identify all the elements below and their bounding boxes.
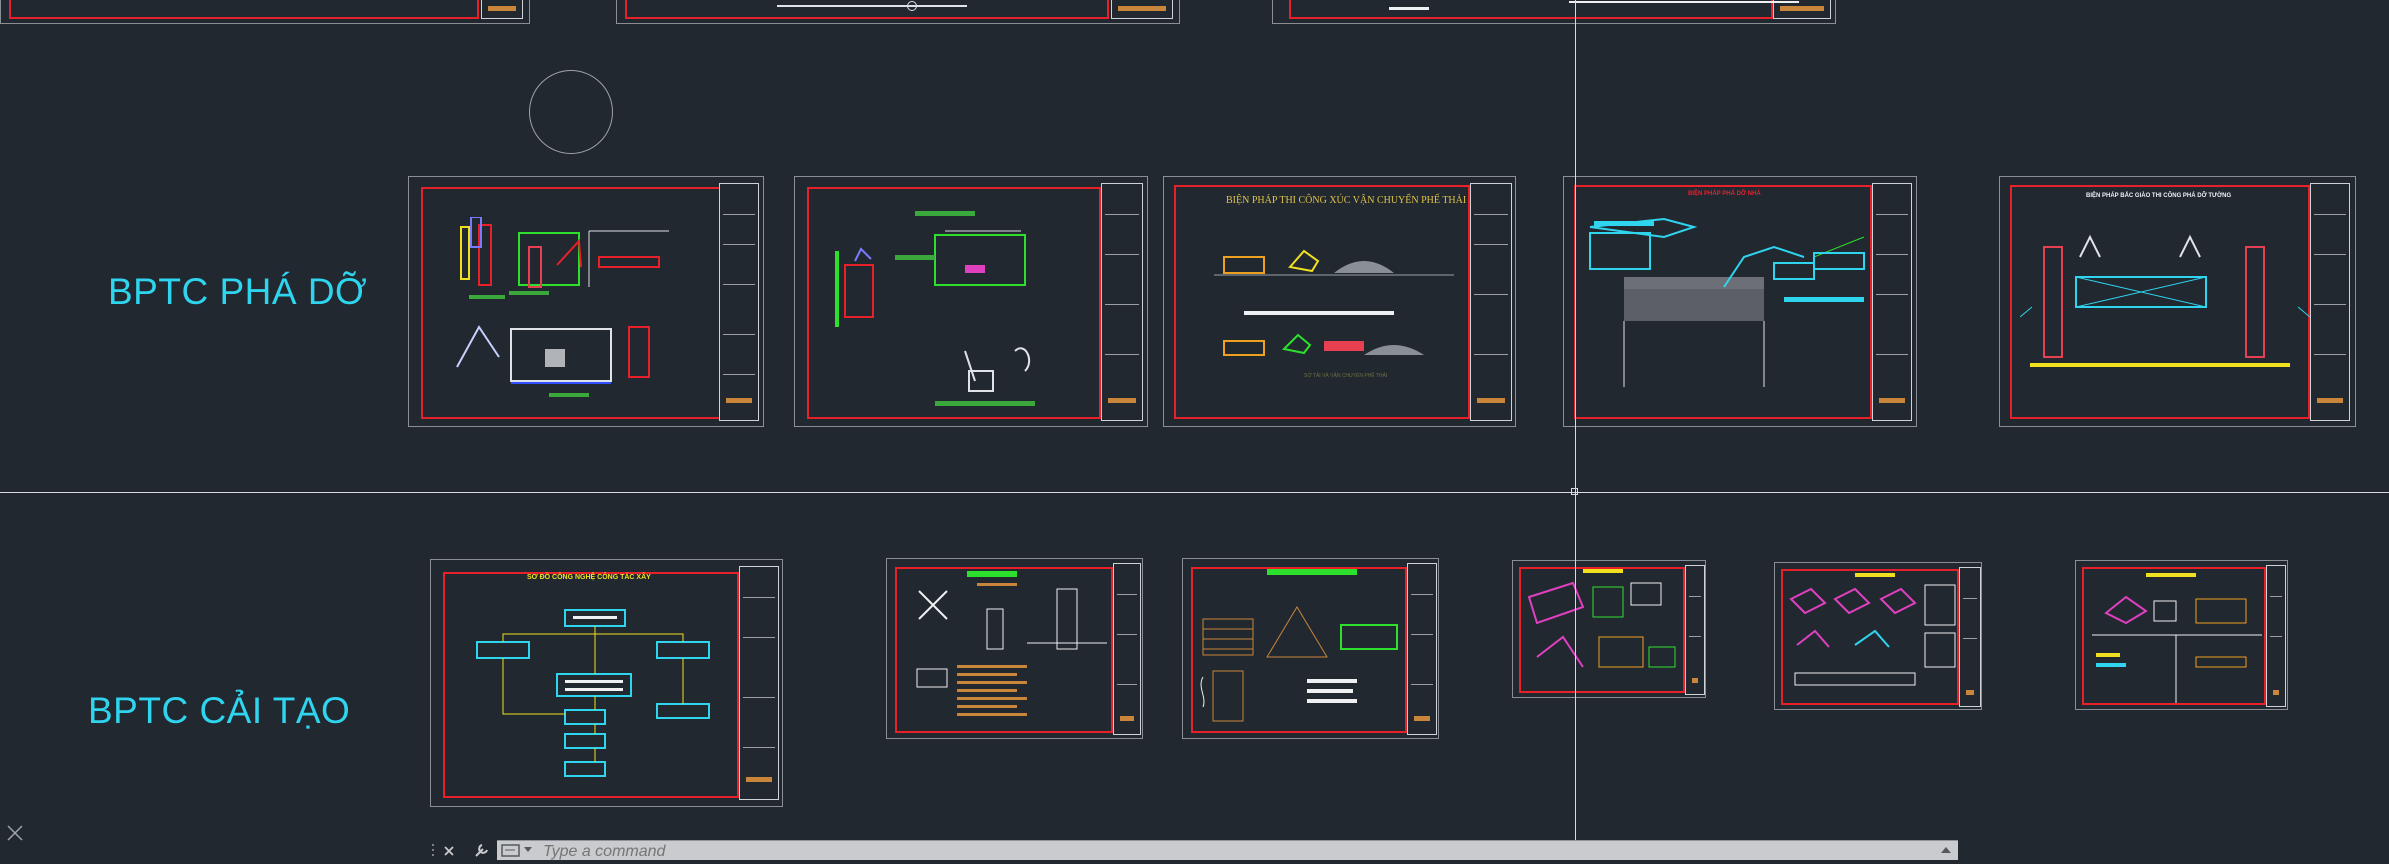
crosshair-horizontal <box>0 492 2389 493</box>
renovation-sheet-3[interactable] <box>1182 558 1439 739</box>
command-input[interactable] <box>541 842 1945 862</box>
sheet-title: BIỆN PHÁP THI CÔNG XÚC VẬN CHUYỂN PHẾ TH… <box>1226 195 1467 206</box>
row-label-demolition: BPTC PHÁ DỠ <box>108 271 368 312</box>
demolition-sheet-5[interactable]: BIỆN PHÁP BẮC GIÀO THI CÔNG PHÁ DỠ TƯỜNG <box>1999 176 2356 427</box>
circle-entity[interactable] <box>529 70 613 154</box>
cursor-pickbox <box>1571 488 1578 495</box>
demolition-sheet-4[interactable]: BIỆN PHÁP PHÁ DỠ NHÀ <box>1563 176 1917 427</box>
masonry-detail-drawing <box>1200 569 1398 722</box>
sheet-title: BIỆN PHÁP PHÁ DỠ NHÀ <box>1688 191 1761 197</box>
row-label-renovation: BPTC CẢI TẠO <box>88 690 351 731</box>
command-line[interactable] <box>497 840 1958 862</box>
detail-drawing <box>1527 569 1676 668</box>
drawing-sheet-top-2[interactable] <box>616 0 1180 24</box>
sheet-caption: SƠ TẢI VÀ VẬN CHUYỂN PHẾ THẢI <box>1304 373 1388 379</box>
drawing-sheet-top-1[interactable] <box>0 0 530 24</box>
scaffold-drawing <box>2020 234 2310 367</box>
chevron-up-icon[interactable] <box>1940 845 1952 855</box>
command-icon <box>501 844 520 857</box>
detail-drawing <box>1789 573 1956 686</box>
wrench-icon[interactable] <box>472 842 490 859</box>
sheet-title: BIỆN PHÁP BẮC GIÀO THI CÔNG PHÁ DỠ TƯỜNG <box>2086 193 2232 199</box>
renovation-sheet-5[interactable] <box>1774 562 1982 710</box>
renovation-sheet-6[interactable] <box>2075 560 2288 710</box>
drawing-sheet-top-3[interactable] <box>1272 0 1836 24</box>
flowchart-diagram <box>476 609 710 777</box>
command-line-grip[interactable] <box>430 842 436 859</box>
excavation-drawing <box>1214 249 1454 356</box>
construction-detail-drawing <box>916 571 1107 716</box>
renovation-sheet-1[interactable]: SƠ ĐỒ CÔNG NGHỆ CÔNG TÁC XÂY <box>430 559 783 807</box>
demolition-sheet-2[interactable] <box>794 176 1148 427</box>
detail-drawing <box>2092 573 2262 703</box>
demolition-sheet-1[interactable] <box>408 176 764 427</box>
demolition-sheet-3[interactable]: BIỆN PHÁP THI CÔNG XÚC VẬN CHUYỂN PHẾ TH… <box>1163 176 1516 427</box>
renovation-sheet-2[interactable] <box>886 558 1143 739</box>
chevron-down-icon[interactable] <box>523 846 533 854</box>
demolition-detail-drawing <box>456 217 669 397</box>
sheet-title: SƠ ĐỒ CÔNG NGHỆ CÔNG TÁC XÂY <box>527 574 651 581</box>
demolition-detail-drawing <box>835 211 1035 406</box>
ucs-icon <box>7 825 23 841</box>
crosshair-vertical <box>1575 0 1576 859</box>
renovation-sheet-4[interactable] <box>1512 560 1706 698</box>
demolition-crane-drawing <box>1589 217 1865 387</box>
close-icon[interactable] <box>442 844 456 858</box>
